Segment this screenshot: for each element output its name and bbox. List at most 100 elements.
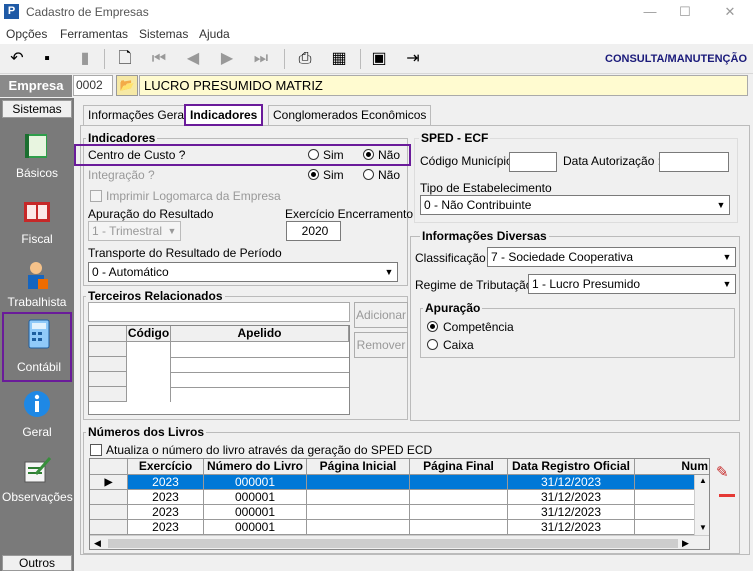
sidebar-item-label: Contábil [16, 360, 62, 374]
previous-record-icon[interactable]: ◀ [182, 48, 204, 70]
cell-data-registro[interactable]: 31/12/2023 [508, 505, 635, 520]
livros-header-pagina-final[interactable]: Página Final [410, 459, 508, 475]
printer-icon[interactable]: ⎙ [294, 48, 316, 70]
scroll-left-icon[interactable]: ◀ [94, 538, 101, 549]
sidebar-item-observacoes[interactable]: Observações [2, 450, 73, 512]
menu-opcoes[interactable]: Opções [6, 27, 47, 41]
last-record-icon[interactable]: ⏭ [250, 48, 272, 70]
cell-numero[interactable]: 000001 [204, 505, 307, 520]
empresa-name-field[interactable]: LUCRO PRESUMIDO MATRIZ [139, 75, 748, 96]
maximize-button[interactable]: ☐ [665, 2, 705, 22]
cell-pagina-final[interactable] [410, 490, 508, 505]
empresa-code-field[interactable]: 0002 [73, 75, 113, 96]
grid-line [171, 372, 349, 373]
livros-header-data-registro[interactable]: Data Registro Oficial [508, 459, 635, 475]
next-record-icon[interactable]: ▶ [216, 48, 238, 70]
cell-data-registro[interactable]: 31/12/2023 [508, 475, 635, 490]
menu-ferramentas[interactable]: Ferramentas [60, 27, 128, 41]
horizontal-scrollbar[interactable]: ◀ ▶ [90, 535, 709, 549]
first-record-icon[interactable]: ⏮ [148, 48, 170, 70]
adicionar-button[interactable]: Adicionar [354, 302, 408, 328]
regime-tributacao-select[interactable]: 1 - Lucro Presumido ▼ [528, 274, 736, 294]
centro-custo-nao-radio[interactable] [363, 149, 374, 160]
integracao-nao-radio[interactable] [363, 169, 374, 180]
terceiros-input[interactable] [88, 302, 350, 322]
competencia-radio[interactable] [427, 321, 438, 332]
livros-grid[interactable]: Exercício Número do Livro Página Inicial… [89, 458, 710, 550]
chevron-down-icon: ▼ [722, 279, 732, 289]
classificacao-select[interactable]: 7 - Sociedade Cooperativa ▼ [487, 247, 736, 267]
codigo-column [127, 342, 171, 402]
imprimir-logo-checkbox[interactable] [90, 190, 102, 202]
cell-numero[interactable]: 000001 [204, 490, 307, 505]
cell-numero[interactable]: 000001 [204, 475, 307, 490]
livros-header-numero[interactable]: Número do Livro [204, 459, 307, 475]
cell-pagina-inicial[interactable] [307, 505, 410, 520]
minimize-button[interactable]: — [630, 2, 670, 22]
table-row[interactable] [89, 387, 127, 402]
livros-header-pagina-inicial[interactable]: Página Inicial [307, 459, 410, 475]
cell-pagina-inicial[interactable] [307, 490, 410, 505]
tab-indicadores[interactable]: Indicadores [184, 104, 264, 126]
terceiros-grid[interactable]: Código Apelido [88, 325, 350, 415]
table-row[interactable] [89, 357, 127, 372]
integracao-sim-radio[interactable] [308, 169, 319, 180]
scroll-right-icon[interactable]: ▶ [682, 538, 689, 549]
remover-button[interactable]: Remover [354, 332, 408, 358]
cell-pagina-final[interactable] [410, 505, 508, 520]
cell-exercicio[interactable]: 2023 [128, 505, 204, 520]
sidebar-item-trabalhista[interactable]: Trabalhista [2, 255, 72, 317]
caixa-radio[interactable] [427, 339, 438, 350]
cell-data-registro[interactable]: 31/12/2023 [508, 490, 635, 505]
edit-pencil-icon[interactable]: ✎ [716, 463, 736, 481]
livros-header-num[interactable]: Num [635, 459, 709, 475]
close-button[interactable]: ✕ [710, 2, 750, 22]
menu-ajuda[interactable]: Ajuda [199, 27, 230, 41]
cell-numero[interactable]: 000001 [204, 520, 307, 535]
centro-custo-sim-radio[interactable] [308, 149, 319, 160]
cell-exercicio[interactable]: 2023 [128, 520, 204, 535]
sidebar-item-contabil[interactable]: Contábil [2, 312, 72, 382]
save-icon[interactable]: ▪ [36, 48, 58, 70]
sidebar-header-sistemas[interactable]: Sistemas [2, 100, 72, 118]
codigo-municipio-field[interactable] [509, 152, 557, 172]
undo-icon[interactable]: ↶ [6, 48, 28, 70]
vertical-scrollbar[interactable]: ▲ ▼ [694, 475, 709, 535]
remove-row-icon[interactable] [719, 494, 735, 497]
table-row[interactable] [89, 372, 127, 387]
data-autorizacao-field[interactable] [659, 152, 729, 172]
exercicio-encerramento-field[interactable]: 2020 [286, 221, 341, 241]
table-row[interactable] [89, 342, 127, 357]
tipo-estabelecimento-label: Tipo de Estabelecimento [420, 181, 552, 195]
cell-pagina-inicial[interactable] [307, 520, 410, 535]
terceiros-header-codigo[interactable]: Código [127, 326, 171, 342]
tab-conglomerados[interactable]: Conglomerados Econômicos [268, 105, 432, 125]
cell-pagina-final[interactable] [410, 475, 508, 490]
cell-data-registro[interactable]: 31/12/2023 [508, 520, 635, 535]
open-folder-icon[interactable]: 📂 [116, 75, 138, 96]
sidebar-item-fiscal[interactable]: Fiscal [2, 192, 72, 254]
menu-sistemas[interactable]: Sistemas [139, 27, 188, 41]
sidebar-item-basicos[interactable]: Básicos [2, 126, 72, 188]
sidebar-item-geral[interactable]: Geral [2, 385, 72, 447]
report-icon[interactable]: ▦ [328, 48, 350, 70]
cell-pagina-inicial[interactable] [307, 475, 410, 490]
sidebar-footer-outros[interactable]: Outros [2, 555, 72, 571]
terceiros-header-apelido[interactable]: Apelido [171, 326, 349, 342]
scroll-down-icon[interactable]: ▼ [699, 523, 707, 532]
tipo-estabelecimento-select[interactable]: 0 - Não Contribuinte ▼ [420, 195, 730, 215]
exit-door-icon[interactable]: ⇥ [402, 48, 424, 70]
tools-icon[interactable]: ▣ [368, 48, 390, 70]
preview-icon[interactable]: 🗋 [114, 48, 136, 70]
atualiza-livro-checkbox[interactable] [90, 444, 102, 456]
cell-pagina-final[interactable] [410, 520, 508, 535]
scroll-thumb[interactable] [108, 539, 678, 548]
cell-exercicio[interactable]: 2023 [128, 475, 204, 490]
cell-exercicio[interactable]: 2023 [128, 490, 204, 505]
document-icon[interactable]: ▮ [74, 48, 96, 70]
transporte-select[interactable]: 0 - Automático ▼ [88, 262, 398, 282]
tab-informacoes-gerais[interactable]: Informações Gerais [83, 105, 198, 125]
scroll-up-icon[interactable]: ▲ [699, 476, 707, 485]
apuracao-resultado-select[interactable]: 1 - Trimestral ▼ [88, 221, 181, 241]
livros-header-exercicio[interactable]: Exercício [128, 459, 204, 475]
